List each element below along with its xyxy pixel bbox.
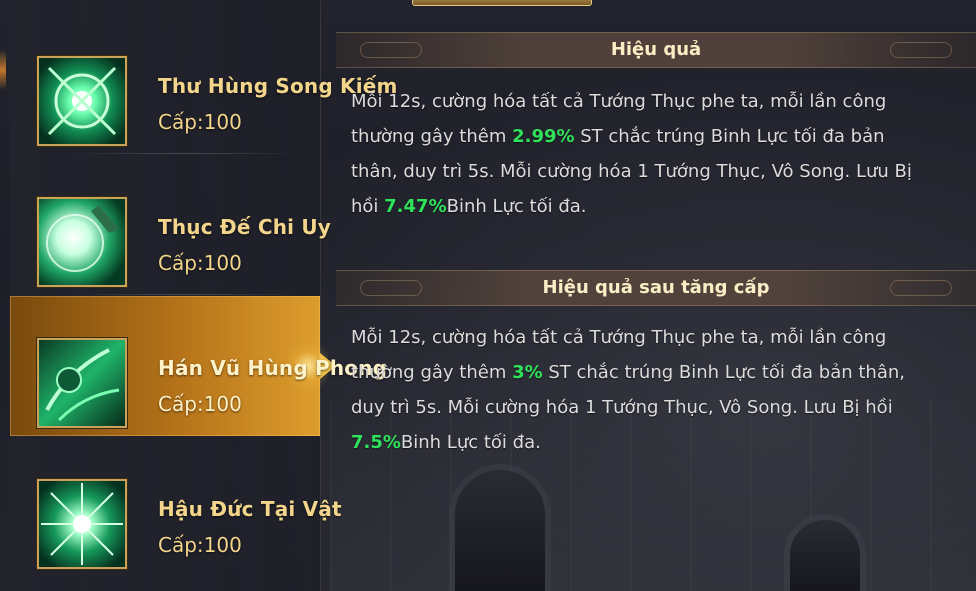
upgrade-section-title: Hiệu quả sau tăng cấp	[542, 277, 770, 298]
effect-text-part: Binh Lực tối đa.	[446, 196, 587, 217]
green-warrior-icon	[37, 338, 127, 428]
green-explosion-icon	[37, 479, 127, 569]
upgrade-description: Mỗi 12s, cường hóa tất cả Tướng Thục phe…	[351, 320, 921, 460]
skill-level: Cấp:100	[158, 110, 242, 134]
skill-item[interactable]: Hậu Đức Tại Vật Cấp:100	[10, 437, 342, 577]
skill-level: Cấp:100	[158, 533, 242, 557]
skill-item[interactable]: Thục Đế Chi Uy Cấp:100	[10, 155, 331, 295]
twin-swords-burst-icon	[37, 56, 127, 146]
skill-name: Thục Đế Chi Uy	[158, 215, 332, 239]
divider	[70, 294, 300, 295]
skill-level: Cấp:100	[158, 251, 242, 275]
effect-description: Mỗi 12s, cường hóa tất cả Tướng Thục phe…	[351, 84, 921, 224]
skill-item[interactable]: Thư Hùng Song Kiếm Cấp:100	[10, 14, 397, 154]
effect-value-highlight: 7.47%	[384, 196, 447, 217]
left-edge-accent	[0, 50, 6, 90]
upgrade-value-highlight: 7.5%	[351, 432, 401, 453]
effect-section-header: Hiệu quả	[336, 32, 976, 68]
castle-gate-backdrop	[790, 520, 860, 591]
skill-item-selected[interactable]: Hán Vũ Hùng Phong Cấp:100	[10, 296, 387, 436]
divider	[70, 153, 300, 154]
top-tab-fragment[interactable]	[412, 0, 592, 6]
green-orb-icon	[37, 197, 127, 287]
effect-value-highlight: 2.99%	[512, 126, 575, 147]
upgrade-text-part: Binh Lực tối đa.	[400, 432, 541, 453]
upgrade-value-highlight: 3%	[512, 362, 543, 383]
effect-section-title: Hiệu quả	[610, 39, 702, 60]
skill-name: Hậu Đức Tại Vật	[158, 497, 342, 521]
upgrade-section-header: Hiệu quả sau tăng cấp	[336, 270, 976, 306]
castle-gate-backdrop	[455, 470, 545, 591]
skill-list: Thư Hùng Song Kiếm Cấp:100 Thục Đế Chi U…	[10, 0, 397, 591]
skill-level: Cấp:100	[158, 392, 242, 416]
